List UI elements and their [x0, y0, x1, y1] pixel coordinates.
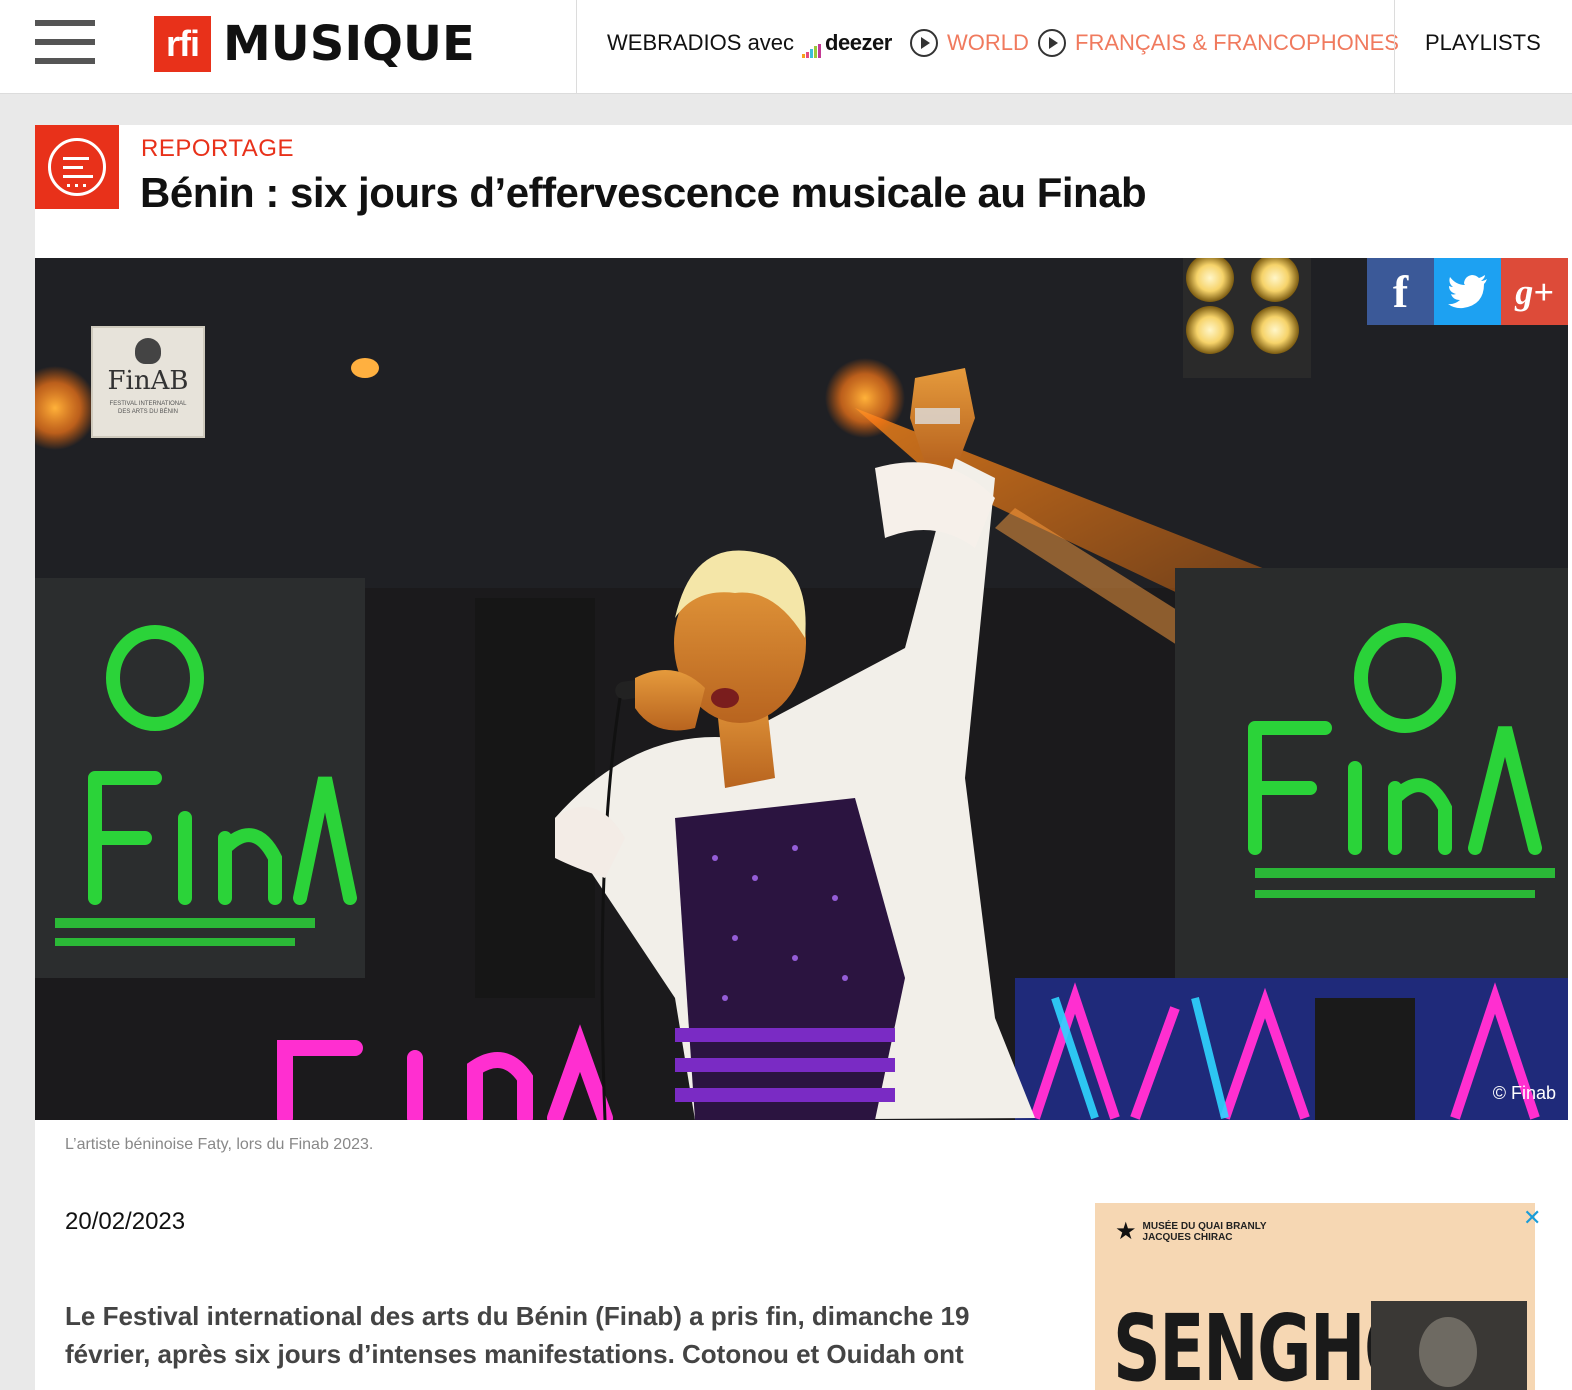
article-hero-photo: FinAB FESTIVAL INTERNATIONAL DES ARTS DU… — [35, 258, 1568, 1120]
nav-playlists-label: PLAYLISTS — [1425, 30, 1541, 55]
article-card: REPORTAGE Bénin : six jours d’effervesce… — [35, 125, 1572, 1390]
concert-photo-illustration — [35, 258, 1568, 1120]
finab-badge-brand: FinAB — [107, 366, 189, 396]
close-icon[interactable]: ✕ — [1523, 1205, 1541, 1231]
article-title: Bénin : six jours d’effervescence musica… — [140, 169, 1147, 216]
ad-museum-logo: ★ MUSÉE DU QUAI BRANLY JACQUES CHIRAC — [1115, 1218, 1267, 1245]
hamburger-menu-icon[interactable] — [35, 20, 95, 64]
nav-divider — [576, 0, 577, 94]
deezer-bars-icon — [802, 44, 822, 58]
nav-playlists[interactable]: PLAYLISTS — [1425, 28, 1541, 58]
article-date: 20/02/2023 — [65, 1208, 186, 1235]
advertisement-banner[interactable]: ★ MUSÉE DU QUAI BRANLY JACQUES CHIRAC SE… — [1095, 1203, 1535, 1390]
nav-webradios-deezer[interactable]: WEBRADIOS avec deezer — [607, 28, 892, 58]
finab-watermark-logo: FinAB FESTIVAL INTERNATIONAL DES ARTS DU… — [91, 326, 205, 438]
ad-portrait-photo — [1371, 1301, 1527, 1390]
article-kicker[interactable]: REPORTAGE — [141, 135, 294, 163]
twitter-bird-icon — [1447, 274, 1487, 308]
nav-francophones-label: FRANÇAIS & FRANCOPHONES — [1075, 30, 1399, 55]
nav-divider — [1394, 0, 1395, 94]
facebook-icon: f — [1392, 266, 1409, 317]
star-icon: ★ — [1115, 1218, 1137, 1245]
top-navigation-bar: rfi MUSIQUE WEBRADIOS avec deezer WORLD … — [0, 0, 1572, 94]
reportage-article-icon — [35, 125, 119, 209]
photo-caption: L’artiste béninoise Faty, lors du Finab … — [65, 1136, 374, 1153]
nav-world[interactable]: WORLD — [910, 28, 1029, 58]
ad-museum-line2: JACQUES CHIRAC — [1142, 1232, 1233, 1243]
play-icon — [1038, 29, 1066, 57]
share-googleplus-button[interactable]: g+ — [1501, 258, 1568, 325]
googleplus-icon: g+ — [1515, 271, 1554, 312]
nav-francophones[interactable]: FRANÇAIS & FRANCOPHONES — [1038, 28, 1399, 58]
ad-museum-line1: MUSÉE DU QUAI BRANLY — [1142, 1221, 1267, 1232]
musique-logo-word: MUSIQUE — [223, 16, 475, 72]
deezer-logo: deezer — [802, 28, 892, 58]
deezer-wordmark: deezer — [825, 30, 892, 55]
nav-webradios-label: WEBRADIOS avec — [607, 30, 795, 55]
play-icon — [910, 29, 938, 57]
share-facebook-button[interactable]: f — [1367, 258, 1434, 325]
site-logo[interactable]: rfi MUSIQUE — [154, 16, 475, 72]
ad-museum-name: MUSÉE DU QUAI BRANLY JACQUES CHIRAC — [1143, 1221, 1267, 1243]
finab-badge-subtitle: FESTIVAL INTERNATIONAL DES ARTS DU BÉNIN — [109, 401, 187, 415]
rfi-logo-mark: rfi — [154, 16, 211, 72]
article-lead-paragraph: Le Festival international des arts du Bé… — [65, 1301, 970, 1369]
photo-credit: © Finab — [1492, 1083, 1556, 1103]
mask-icon — [135, 338, 161, 364]
nav-world-label: WORLD — [947, 30, 1029, 55]
share-twitter-button[interactable] — [1434, 258, 1501, 325]
